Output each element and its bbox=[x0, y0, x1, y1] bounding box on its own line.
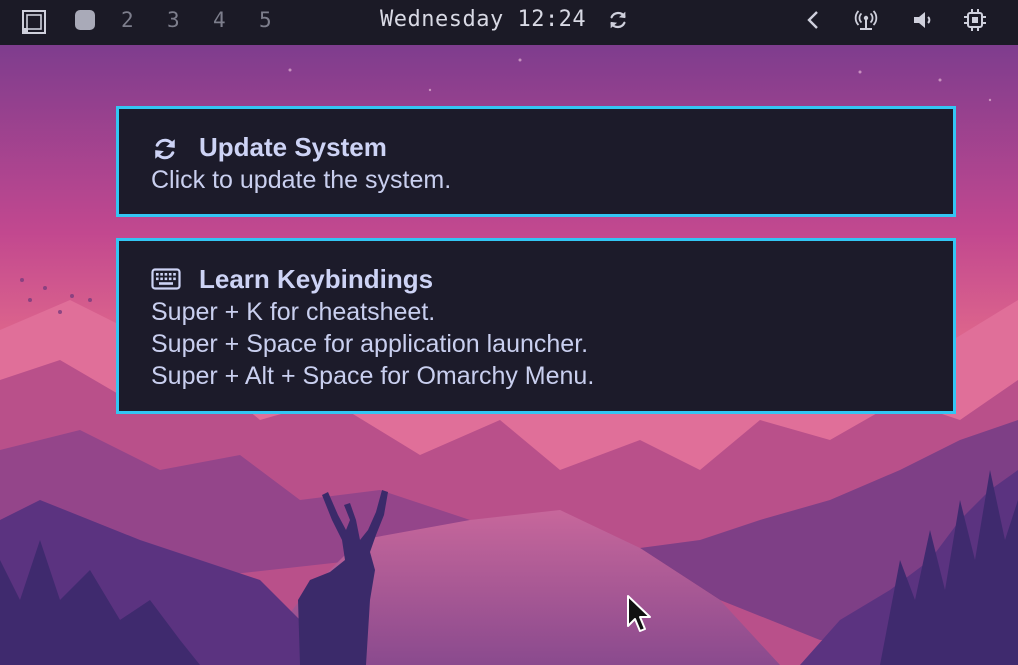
notification-body-line-3: Super + Alt + Space for Omarchy Menu. bbox=[151, 362, 595, 390]
refresh-icon bbox=[155, 138, 175, 160]
mouse-cursor-icon bbox=[627, 595, 651, 632]
notification-body-line-1: Super + K for cheatsheet. bbox=[151, 298, 436, 326]
notification-learn-keybindings[interactable]: Learn Keybindings Super + K for cheatshe… bbox=[116, 238, 956, 414]
update-indicator-icon[interactable] bbox=[607, 9, 629, 31]
notification-title: Update System bbox=[199, 132, 387, 162]
notification-update-system[interactable]: Update System Click to update the system… bbox=[116, 106, 956, 217]
clock[interactable]: Wednesday 12:24 bbox=[380, 0, 586, 45]
workspace-4[interactable]: 4 bbox=[213, 0, 226, 45]
notification-body-line-2: Super + Space for application launcher. bbox=[151, 330, 589, 358]
workspace-2[interactable]: 2 bbox=[121, 0, 134, 45]
top-bar: 2 3 4 5 Wednesday 12:24 bbox=[0, 0, 1018, 45]
notification-title: Learn Keybindings bbox=[199, 264, 434, 294]
workspace-5[interactable]: 5 bbox=[259, 0, 272, 45]
volume-icon[interactable] bbox=[911, 8, 935, 32]
cpu-icon[interactable] bbox=[963, 8, 987, 32]
chevron-left-icon[interactable] bbox=[802, 8, 826, 32]
workspace-3[interactable]: 3 bbox=[167, 0, 180, 45]
keyboard-icon bbox=[151, 268, 181, 290]
notification-body: Click to update the system. bbox=[151, 166, 452, 194]
workspace-1-active[interactable] bbox=[75, 10, 95, 30]
wifi-icon[interactable] bbox=[854, 8, 878, 32]
omarchy-logo-icon[interactable] bbox=[21, 9, 47, 35]
